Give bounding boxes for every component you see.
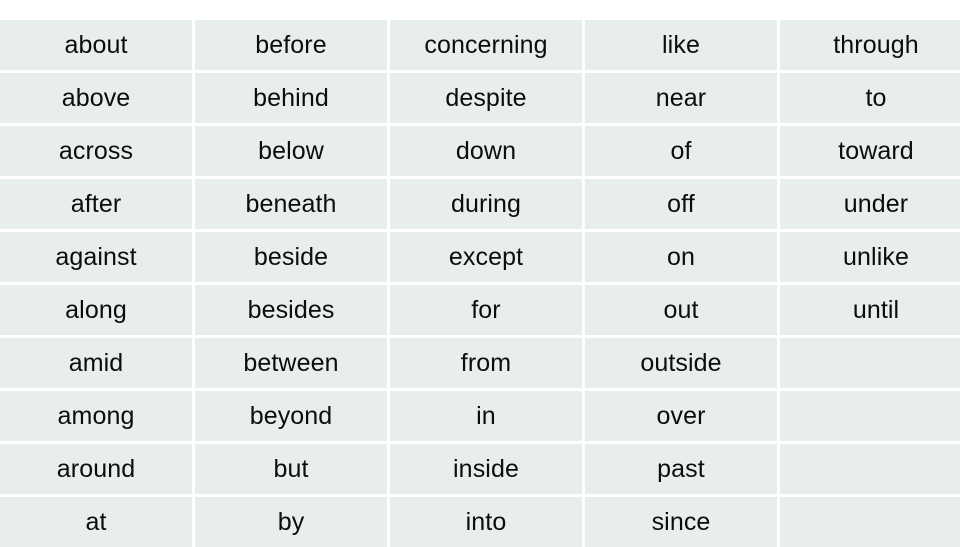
table-cell: like — [585, 20, 780, 73]
table-row: across below down of toward — [0, 126, 960, 179]
table-cell: along — [0, 285, 195, 338]
table-cell: on — [585, 232, 780, 285]
table-cell: during — [390, 179, 585, 232]
table-cell: behind — [195, 73, 390, 126]
table-cell: in — [390, 391, 585, 444]
table-cell: outside — [585, 338, 780, 391]
table-cell: between — [195, 338, 390, 391]
table-cell: inside — [390, 444, 585, 497]
table-row: among beyond in over — [0, 391, 960, 444]
table-cell: out — [585, 285, 780, 338]
table-cell: about — [0, 20, 195, 73]
table-row: after beneath during off under — [0, 179, 960, 232]
table-cell: around — [0, 444, 195, 497]
table-cell: for — [390, 285, 585, 338]
table-body: about before concerning like through abo… — [0, 20, 960, 547]
table-cell: among — [0, 391, 195, 444]
table-cell: against — [0, 232, 195, 285]
table-cell: of — [585, 126, 780, 179]
table-cell: beyond — [195, 391, 390, 444]
table-row: about before concerning like through — [0, 20, 960, 73]
table-row: around but inside past — [0, 444, 960, 497]
table-cell: amid — [0, 338, 195, 391]
table-cell: past — [585, 444, 780, 497]
table-cell: concerning — [390, 20, 585, 73]
table-cell: below — [195, 126, 390, 179]
table-cell: across — [0, 126, 195, 179]
table-row: amid between from outside — [0, 338, 960, 391]
table-cell: down — [390, 126, 585, 179]
table-cell: unlike — [780, 232, 960, 285]
table-cell: beside — [195, 232, 390, 285]
table-cell: over — [585, 391, 780, 444]
table-cell: despite — [390, 73, 585, 126]
table-cell: except — [390, 232, 585, 285]
table-row: along besides for out until — [0, 285, 960, 338]
table-row: above behind despite near to — [0, 73, 960, 126]
table-cell: after — [0, 179, 195, 232]
table-cell-empty — [780, 338, 960, 391]
table-cell: above — [0, 73, 195, 126]
table-cell: near — [585, 73, 780, 126]
table-cell: before — [195, 20, 390, 73]
table-cell: from — [390, 338, 585, 391]
table-cell: through — [780, 20, 960, 73]
table-cell: off — [585, 179, 780, 232]
table-cell-empty — [780, 391, 960, 444]
table-cell: beneath — [195, 179, 390, 232]
table-cell: under — [780, 179, 960, 232]
table-cell-empty — [780, 444, 960, 497]
prepositions-table: about before concerning like through abo… — [0, 20, 960, 547]
table-cell: until — [780, 285, 960, 338]
table-cell: but — [195, 444, 390, 497]
table-row: against beside except on unlike — [0, 232, 960, 285]
table-cell: besides — [195, 285, 390, 338]
table-cell: toward — [780, 126, 960, 179]
table-cell: to — [780, 73, 960, 126]
